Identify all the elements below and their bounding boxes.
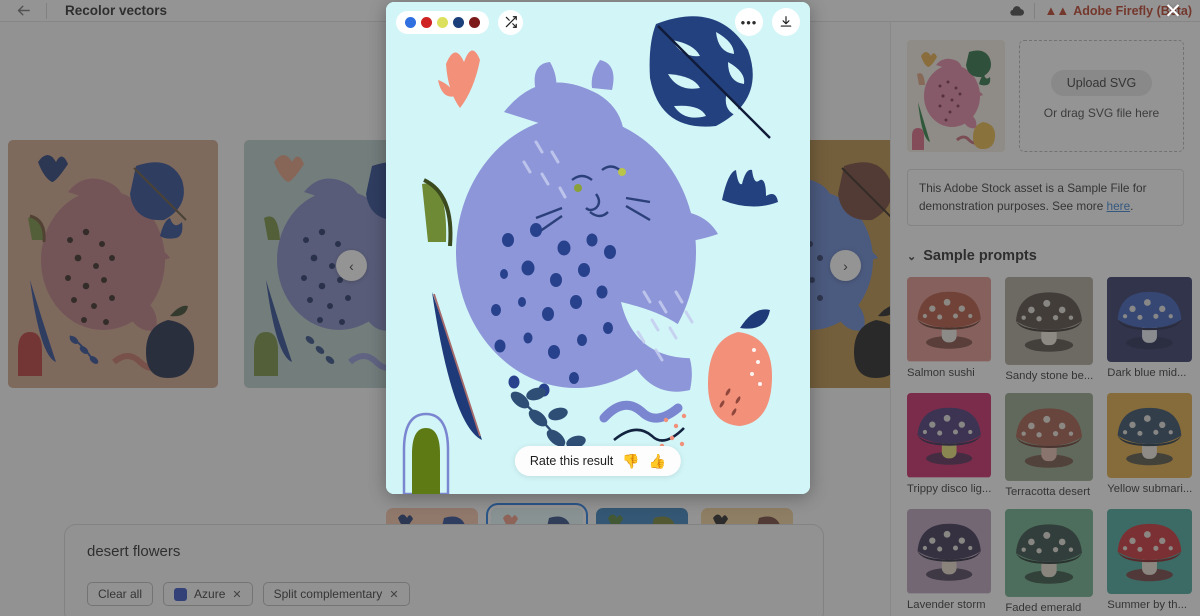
shuffle-button[interactable]: [498, 9, 523, 35]
more-options-button[interactable]: •••: [735, 8, 763, 36]
palette-swatch-5[interactable]: [469, 16, 480, 28]
thumbs-down-icon[interactable]: 👎: [622, 453, 639, 470]
palette-swatch-4[interactable]: [453, 16, 464, 28]
main-cat-artwork: [386, 2, 810, 494]
thumbs-up-icon[interactable]: 👍: [649, 453, 666, 470]
more-options-icon: •••: [740, 14, 758, 30]
palette-swatch-3[interactable]: [437, 16, 448, 28]
result-preview-modal: ••• Rate this result 👎 👍: [386, 2, 810, 494]
modal-toolbar: •••: [386, 2, 810, 42]
download-icon: [780, 16, 792, 27]
palette-swatch-1[interactable]: [405, 16, 416, 28]
rate-result-label: Rate this result: [529, 454, 614, 468]
close-button[interactable]: ✕: [1160, 0, 1186, 24]
color-palette-swatches[interactable]: [396, 10, 489, 34]
shuffle-icon: [505, 16, 517, 28]
download-button[interactable]: [772, 8, 800, 36]
palette-swatch-2[interactable]: [421, 16, 432, 28]
rate-result-bar: Rate this result 👎 👍: [514, 446, 682, 476]
